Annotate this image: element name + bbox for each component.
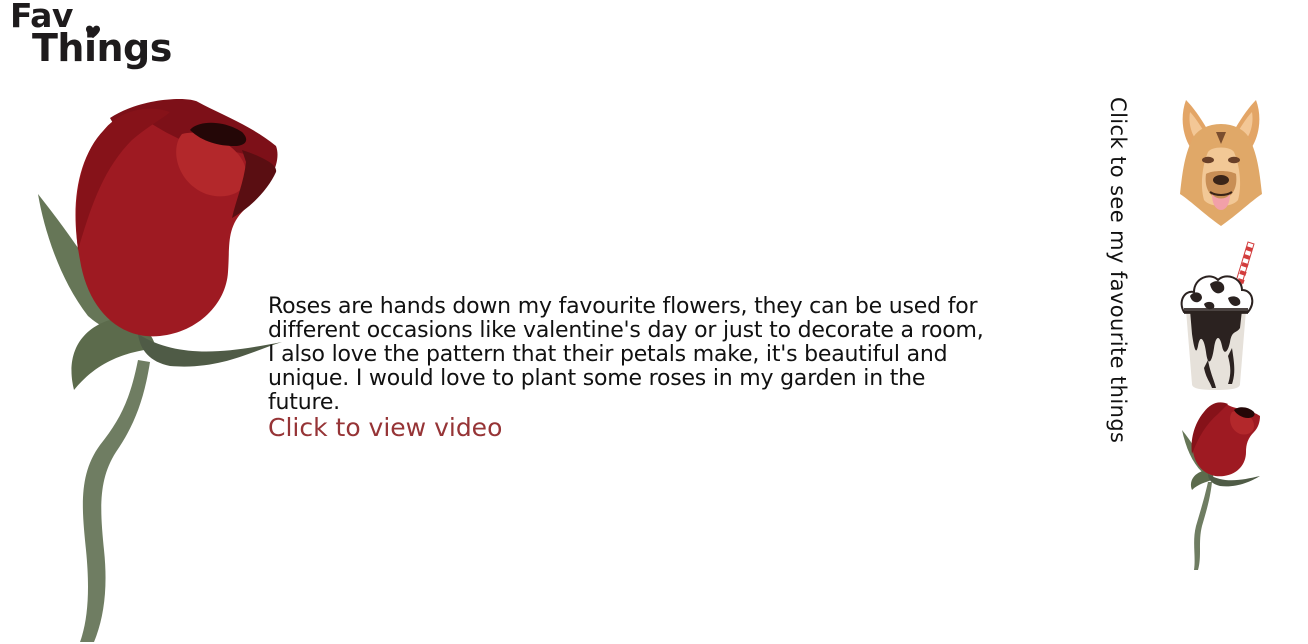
logo-text-things: Things bbox=[32, 26, 172, 70]
milkshake-icon[interactable] bbox=[1176, 238, 1256, 394]
rose-description: Roses are hands down my favourite flower… bbox=[268, 294, 984, 415]
view-video-link[interactable]: Click to view video bbox=[268, 413, 502, 442]
rose-icon[interactable] bbox=[1178, 396, 1264, 574]
dog-icon[interactable] bbox=[1178, 96, 1264, 228]
rose-illustration bbox=[38, 99, 282, 642]
site-logo[interactable]: Fav Things bbox=[10, 0, 180, 74]
favourite-things-link[interactable]: Click to see my favourite things bbox=[1106, 97, 1130, 443]
